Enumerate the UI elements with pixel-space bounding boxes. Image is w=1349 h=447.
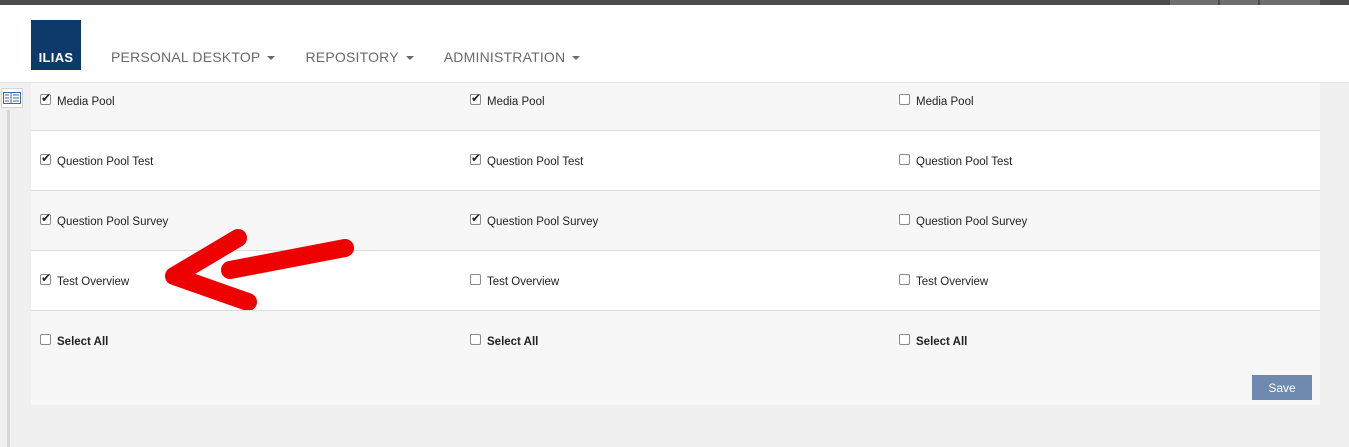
permission-cell[interactable]: Question Pool Test (470, 131, 583, 191)
permission-checkbox[interactable] (40, 271, 51, 285)
permission-checkbox[interactable] (470, 91, 481, 105)
permission-cell[interactable]: Question Pool Survey (40, 191, 168, 251)
nav-label: ADMINISTRATION (443, 49, 566, 65)
permission-cell[interactable]: Question Pool Survey (899, 191, 1027, 251)
select-all-cell[interactable]: Select All (40, 311, 108, 371)
permission-checkbox[interactable] (40, 211, 51, 225)
permission-label: Question Pool Test (57, 156, 154, 168)
select-all-label: Select All (487, 336, 539, 348)
permission-label: Question Pool Survey (916, 216, 1028, 228)
permission-checkbox[interactable] (899, 214, 910, 225)
permission-cell[interactable]: Media Pool (899, 83, 974, 131)
permission-checkbox[interactable] (899, 154, 910, 165)
nav-label: REPOSITORY (305, 49, 399, 65)
permission-checkbox[interactable] (470, 211, 481, 225)
permission-label: Media Pool (487, 96, 545, 108)
permission-checkbox[interactable] (40, 91, 51, 105)
permission-cell[interactable]: Question Pool Survey (470, 191, 598, 251)
select-all-checkbox[interactable] (40, 334, 51, 345)
permission-checkbox[interactable] (899, 94, 910, 105)
main-header: ILIAS PERSONAL DESKTOP REPOSITORY ADMINI… (0, 5, 1349, 83)
select-all-checkbox[interactable] (470, 334, 481, 345)
nav-personal-desktop[interactable]: PERSONAL DESKTOP (111, 49, 276, 65)
permission-label: Test Overview (916, 276, 989, 288)
save-button[interactable]: Save (1252, 375, 1312, 400)
permission-checkbox[interactable] (470, 274, 481, 285)
permission-label: Question Pool Test (487, 156, 584, 168)
red-arrow-icon (165, 229, 354, 310)
nav-label: PERSONAL DESKTOP (111, 49, 261, 65)
permission-label: Question Pool Test (916, 156, 1013, 168)
select-all-label: Select All (916, 336, 968, 348)
permission-label: Test Overview (487, 276, 560, 288)
table-row: Question Pool Test Question Pool Test Qu… (31, 131, 1320, 191)
select-all-row: Select All Select All Select All (31, 311, 1320, 371)
permission-cell[interactable]: Test Overview (40, 251, 129, 311)
permission-checkbox[interactable] (470, 151, 481, 165)
permission-label: Media Pool (57, 96, 115, 108)
permission-label: Question Pool Survey (487, 216, 599, 228)
ilias-logo[interactable]: ILIAS (31, 20, 81, 70)
permission-cell[interactable]: Question Pool Test (40, 131, 153, 191)
nav-administration[interactable]: ADMINISTRATION (444, 49, 581, 65)
caret-down-icon (572, 55, 581, 60)
permission-cell[interactable]: Test Overview (899, 251, 988, 311)
permission-checkbox[interactable] (40, 151, 51, 165)
permission-label: Question Pool Survey (57, 216, 169, 228)
tree-view-icon[interactable] (1, 88, 23, 108)
caret-down-icon (405, 55, 414, 60)
select-all-checkbox[interactable] (899, 334, 910, 345)
permission-cell[interactable]: Media Pool (40, 83, 115, 131)
permission-cell[interactable]: Test Overview (470, 251, 559, 311)
permission-checkbox[interactable] (899, 274, 910, 285)
table-row: Media Pool Media Pool Media Pool (31, 83, 1320, 131)
select-all-label: Select All (57, 336, 109, 348)
caret-down-icon (267, 55, 276, 60)
nav-repository[interactable]: REPOSITORY (305, 49, 414, 65)
permission-label: Test Overview (57, 276, 130, 288)
left-rail (7, 110, 10, 447)
permission-cell[interactable]: Media Pool (470, 83, 545, 131)
main-nav: PERSONAL DESKTOP REPOSITORY ADMINISTRATI… (111, 49, 610, 65)
permission-label: Media Pool (916, 96, 974, 108)
permission-cell[interactable]: Question Pool Test (899, 131, 1012, 191)
select-all-cell[interactable]: Select All (470, 311, 538, 371)
select-all-cell[interactable]: Select All (899, 311, 967, 371)
